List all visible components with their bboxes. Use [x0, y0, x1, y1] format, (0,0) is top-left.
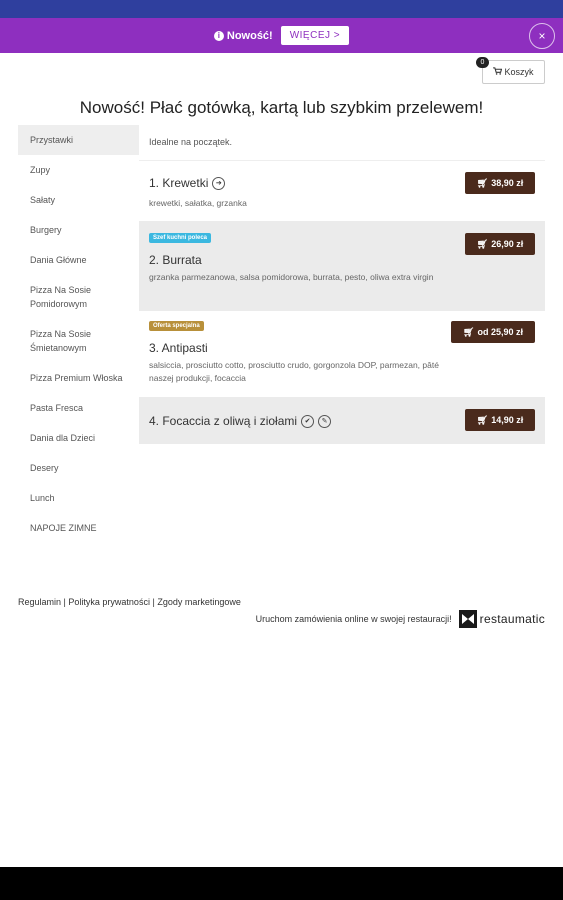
brand-name: restaumatic	[479, 612, 545, 626]
sidebar-item-salaty[interactable]: Sałaty	[18, 185, 139, 215]
sidebar-item-napoje[interactable]: NAPOJE ZIMNE	[18, 513, 139, 543]
cart-icon: 🛒︎	[476, 177, 489, 188]
cart-icon: 🛒︎	[476, 414, 489, 425]
page-headline: Nowość! Płać gotówką, kartą lub szybkim …	[79, 98, 484, 117]
sidebar-item-lunch[interactable]: Lunch	[18, 483, 139, 513]
item-name: 3. Antipasti	[149, 341, 208, 355]
promo-close-button[interactable]: ×	[529, 23, 555, 49]
system-status-bar	[0, 0, 563, 18]
category-sidebar: Przystawki Zupy Sałaty Burgery Dania Głó…	[18, 125, 139, 543]
item-name: 4. Focaccia z oliwą i ziołami	[149, 414, 298, 428]
footer-cta[interactable]: Uruchom zamówienia online w swojej resta…	[256, 610, 545, 628]
menu-list: Idealne na początek. 1. Krewetki ➔ krewe…	[139, 125, 545, 444]
link-separator: |	[63, 597, 66, 607]
info-icon: i	[213, 30, 224, 41]
sidebar-item-desery[interactable]: Desery	[18, 453, 139, 483]
sidebar-item-pizza-premium[interactable]: Pizza Premium Włoska	[18, 363, 139, 393]
add-to-cart-button[interactable]: 🛒︎ 38,90 zł	[465, 172, 535, 194]
add-to-cart-button[interactable]: 🛒︎ 26,90 zł	[465, 233, 535, 255]
item-description: salsiccia, prosciutto cotto, prosciutto …	[149, 360, 439, 383]
sidebar-item-dania-dzieci[interactable]: Dania dla Dzieci	[18, 423, 139, 453]
sidebar-item-dania-glowne[interactable]: Dania Główne	[18, 245, 139, 275]
cart-icon: 🛒︎	[476, 238, 489, 249]
spicy-icon: ➔	[212, 176, 226, 190]
link-separator: |	[152, 597, 155, 607]
leaf-icon: ✎	[318, 414, 332, 428]
sidebar-item-burgery[interactable]: Burgery	[18, 215, 139, 245]
item-description: krewetki, sałatka, grzanka	[149, 198, 247, 208]
cart-count-badge: 0	[476, 57, 489, 68]
sidebar-item-pizza-smietanowa[interactable]: Pizza Na Sosie Śmietanowym	[18, 319, 139, 363]
promo-info: i Nowość!	[213, 29, 273, 42]
cart-button[interactable]: 0 Koszyk	[476, 57, 545, 84]
menu-item[interactable]: 1. Krewetki ➔ krewetki, sałatka, grzanka…	[139, 161, 545, 221]
add-to-cart-button[interactable]: 🛒︎ od 25,90 zł	[451, 321, 535, 343]
menu-item[interactable]: Szef kuchni poleca 2. Burrata grzanka pa…	[139, 221, 545, 311]
item-price: 26,90 zł	[491, 239, 524, 249]
cart-icon	[493, 67, 503, 77]
promo-banner: i Nowość! WIĘCEJ > ×	[0, 18, 563, 53]
promo-text: Nowość!	[226, 29, 273, 42]
cart-label: Koszyk	[504, 67, 534, 77]
menu-item[interactable]: Oferta specjalna 3. Antipasti salsiccia,…	[139, 311, 545, 397]
vegetarian-icon: ✔	[301, 414, 315, 428]
add-to-cart-button[interactable]: 🛒︎ 14,90 zł	[465, 409, 535, 431]
promo-more-button[interactable]: WIĘCEJ >	[280, 26, 350, 45]
item-name: 2. Burrata	[149, 253, 202, 267]
item-description: grzanka parmezanowa, salsa pomidorowa, b…	[149, 272, 434, 282]
special-offer-badge: Oferta specjalna	[149, 321, 204, 331]
terms-link[interactable]: Regulamin	[18, 597, 61, 607]
system-navigation-bar	[0, 867, 563, 900]
sidebar-item-zupy[interactable]: Zupy	[18, 155, 139, 185]
privacy-link[interactable]: Polityka prywatności	[68, 597, 150, 607]
item-price: 14,90 zł	[491, 415, 524, 425]
category-intro: Idealne na początek.	[139, 125, 545, 161]
cart-icon: 🛒︎	[463, 326, 475, 337]
item-price: 38,90 zł	[491, 178, 524, 188]
sidebar-item-przystawki[interactable]: Przystawki	[18, 125, 139, 155]
item-name: 1. Krewetki	[149, 176, 209, 190]
restaumatic-logo-icon	[458, 610, 477, 628]
cta-text: Uruchom zamówienia online w swojej resta…	[255, 614, 452, 624]
sidebar-item-pizza-pomidorowa[interactable]: Pizza Na Sosie Pomidorowym	[18, 275, 139, 319]
consents-link[interactable]: Zgody marketingowe	[157, 597, 241, 607]
footer-links: Regulamin | Polityka prywatności | Zgody…	[18, 597, 241, 607]
menu-item[interactable]: 4. Focaccia z oliwą i ziołami ✔ ✎ 🛒︎ 14,…	[139, 397, 545, 444]
item-price: od 25,90 zł	[477, 327, 523, 337]
chef-recommends-badge: Szef kuchni poleca	[149, 233, 212, 243]
sidebar-item-pasta[interactable]: Pasta Fresca	[18, 393, 139, 423]
